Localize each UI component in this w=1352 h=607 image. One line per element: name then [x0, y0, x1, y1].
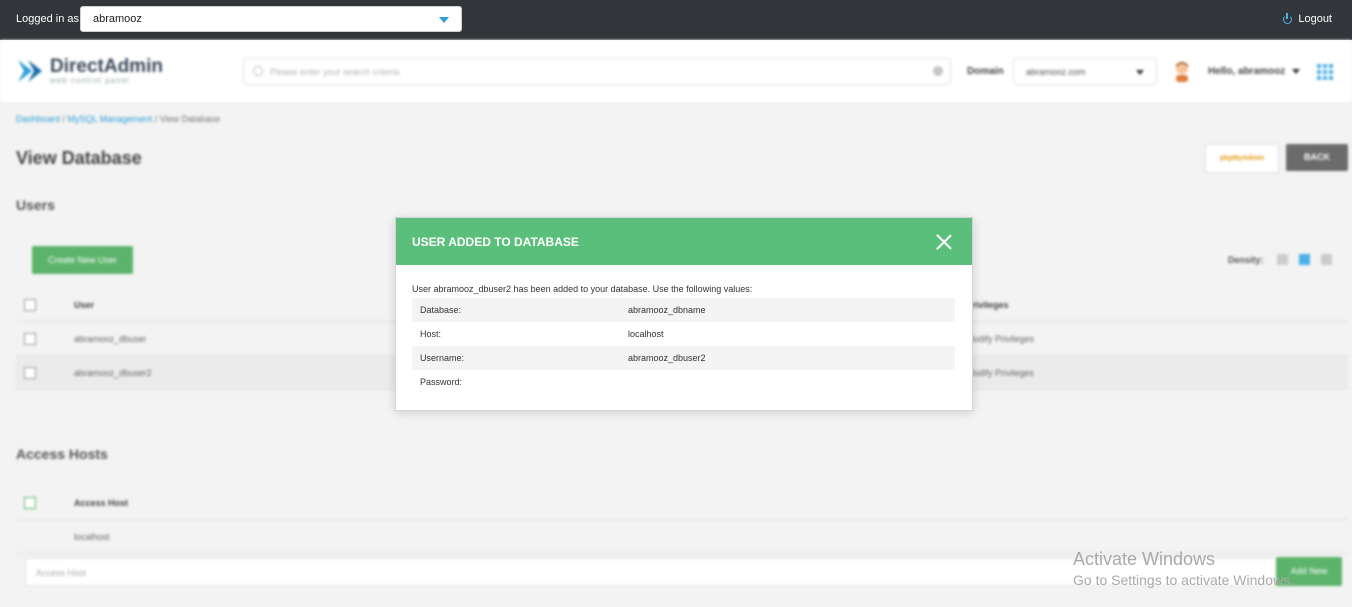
user-cell: abramooz_dbuser [74, 334, 147, 344]
access-host-placeholder: Access Host [36, 568, 87, 578]
table-header: Access Host [16, 486, 1348, 520]
domain-label: Domain [967, 66, 1004, 77]
modify-privileges-link[interactable]: Modify Privileges [966, 368, 1034, 378]
value-row: Password: [412, 370, 955, 394]
top-bar: Logged in as abramooz Logout [0, 0, 1352, 40]
value-value: abramooz_dbuser2 [628, 353, 706, 363]
domain-select[interactable]: abramooz.com [1013, 58, 1157, 85]
row-checkbox[interactable] [24, 333, 36, 345]
logout-link[interactable]: Logout [1283, 12, 1332, 25]
clear-icon[interactable] [933, 66, 943, 76]
column-user[interactable]: User [74, 300, 94, 310]
value-row: Host: localhost [412, 322, 955, 346]
user-added-modal: USER ADDED TO DATABASE User abramooz_dbu… [395, 217, 973, 411]
density-normal-icon[interactable] [1299, 254, 1310, 265]
value-key: Host: [420, 329, 442, 339]
select-all-checkbox[interactable] [24, 299, 36, 311]
search-input[interactable]: Please enter your search criteria [243, 58, 951, 85]
logged-in-label: Logged in as [16, 13, 79, 25]
caret-down-icon[interactable] [1292, 69, 1300, 74]
density-wide-icon[interactable] [1321, 254, 1332, 265]
breadcrumb-mysql[interactable]: MySQL Management [68, 114, 153, 124]
value-key: Database: [420, 305, 462, 315]
column-access-host[interactable]: Access Host [74, 498, 128, 508]
back-button[interactable]: BACK [1286, 144, 1348, 171]
page-title: View Database [16, 148, 142, 168]
density-compact-icon[interactable] [1277, 254, 1288, 265]
watermark-line2: Go to Settings to activate Windows. [1073, 572, 1294, 588]
user-select-value: abramooz [93, 13, 142, 25]
modify-privileges-link[interactable]: Modify Privileges [966, 334, 1034, 344]
modal-message: User abramooz_dbuser2 has been added to … [412, 284, 753, 294]
modal-title: USER ADDED TO DATABASE [412, 235, 579, 249]
value-key: Username: [420, 353, 465, 363]
access-hosts-title: Access Hosts [16, 446, 108, 462]
breadcrumb-dashboard[interactable]: Dashboard [16, 114, 60, 124]
avatar-icon[interactable] [1172, 60, 1192, 82]
caret-down-icon [439, 17, 449, 23]
close-icon[interactable] [936, 234, 952, 250]
value-row: Database: abramooz_dbname [412, 298, 955, 322]
activation-watermark: Activate Windows Go to Settings to activ… [1073, 549, 1294, 588]
breadcrumb: Dashboard / MySQL Management / View Data… [16, 114, 221, 124]
value-key: Password: [420, 377, 463, 387]
value-value: abramooz_dbname [628, 305, 706, 315]
apps-grid-icon[interactable] [1317, 64, 1333, 80]
user-select[interactable]: abramooz [80, 6, 462, 32]
logo-name: DirectAdmin [50, 55, 163, 77]
search-placeholder: Please enter your search criteria [270, 67, 400, 77]
user-cell: abramooz_dbuser2 [74, 368, 152, 378]
header: DirectAdmin web control panel Please ent… [0, 40, 1352, 104]
search-icon [253, 66, 263, 76]
logo-icon [18, 60, 42, 82]
select-all-checkbox[interactable] [24, 497, 36, 509]
logout-label: Logout [1298, 13, 1332, 25]
breadcrumb-current: View Database [159, 114, 221, 124]
users-section-title: Users [16, 197, 55, 213]
logo-sub: web control panel [50, 75, 130, 85]
density-label: Density: [1228, 255, 1264, 265]
power-icon [1283, 12, 1293, 24]
create-user-button[interactable]: Create New User [32, 246, 133, 274]
access-hosts-table: Access Host localhost [16, 486, 1348, 554]
caret-down-icon [1136, 70, 1144, 75]
logo: DirectAdmin web control panel [16, 56, 163, 86]
modal-header: USER ADDED TO DATABASE [396, 218, 972, 265]
row-checkbox[interactable] [24, 367, 36, 379]
phpmyadmin-button[interactable]: phpMyAdmin [1205, 144, 1279, 173]
value-row: Username: abramooz_dbuser2 [412, 346, 955, 370]
hello-user[interactable]: Hello, abramooz [1208, 66, 1285, 77]
domain-value: abramooz.com [1026, 67, 1086, 77]
watermark-line1: Activate Windows [1073, 549, 1216, 569]
access-host-cell: localhost [74, 532, 110, 542]
modal-values: Database: abramooz_dbname Host: localhos… [412, 298, 955, 394]
value-value: localhost [628, 329, 664, 339]
